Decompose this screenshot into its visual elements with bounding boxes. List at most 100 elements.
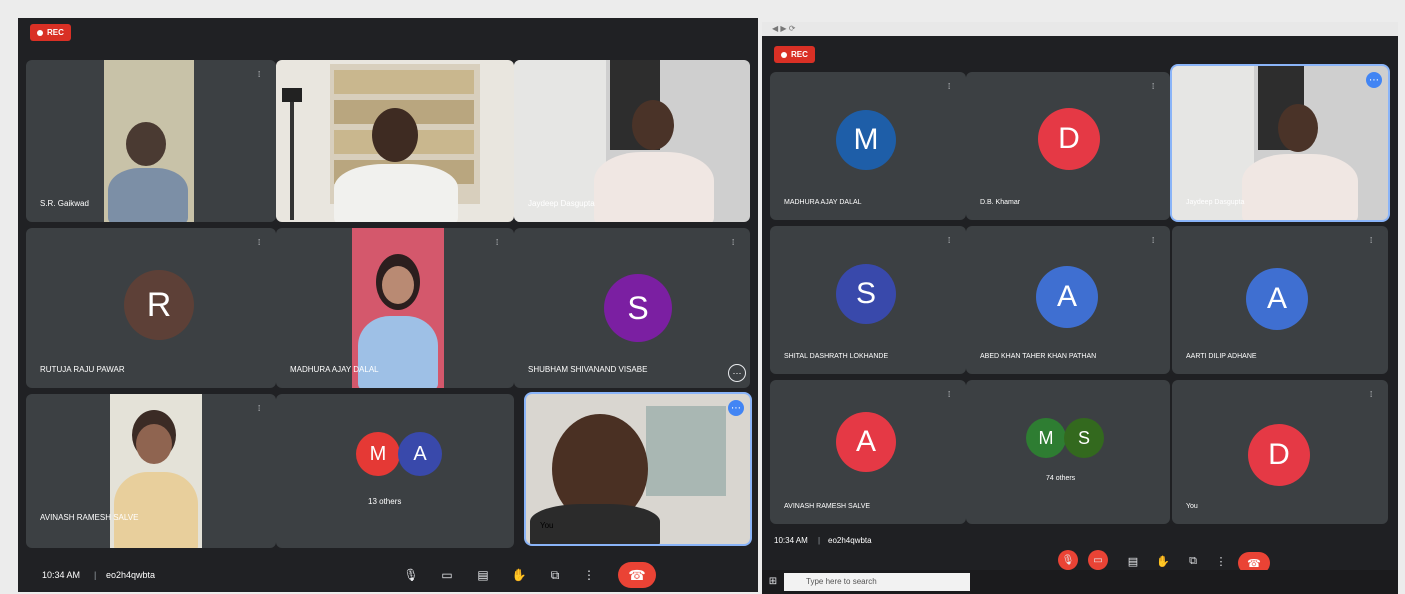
participant-tile[interactable]: S ⁞ SHUBHAM SHIVANAND VISABE ⋯: [514, 228, 750, 388]
participant-name: AVINASH RAMESH SALVE: [784, 503, 871, 510]
mic-off-icon: ⁞: [948, 82, 951, 91]
rec-label: REC: [791, 50, 808, 59]
separator: |: [94, 570, 97, 580]
participant-avatar: S: [604, 274, 672, 342]
more-options-icon[interactable]: ⋮: [1210, 550, 1232, 572]
taskbar-search-input[interactable]: Type here to search: [784, 573, 970, 591]
participant-name: MADHURA AJAY DALAL: [290, 365, 379, 374]
meeting-toolbar: 10:34 AM | eo2h4qwbta 🎙 ▭ ▤ ✋ ⧉ ⋮ ☎: [18, 548, 758, 592]
mic-off-icon: ⁞: [948, 390, 951, 399]
participant-avatar: M: [836, 110, 896, 170]
meeting-code: eo2h4qwbta: [106, 570, 156, 580]
self-video: [526, 394, 750, 544]
participant-tile[interactable]: A ⁞ ABED KHAN TAHER KHAN PATHAN: [966, 226, 1170, 374]
participant-name: SHITAL DASHRATH LOKHANDE: [784, 353, 889, 360]
raise-hand-icon[interactable]: ✋: [1152, 550, 1174, 572]
more-options-icon[interactable]: ⋯: [728, 364, 746, 382]
participant-tile[interactable]: M A 13 others: [276, 394, 514, 548]
windows-start-icon[interactable]: ⊞: [764, 572, 782, 590]
clock: 10:34 AM: [774, 536, 808, 545]
participant-tile[interactable]: ⁞ AVINASH RAMESH SALVE: [26, 394, 276, 548]
participant-name: ABED KHAN TAHER KHAN PATHAN: [980, 353, 1097, 360]
mic-off-icon: ⁞: [258, 404, 261, 413]
participant-tile[interactable]: R ⁞ RUTUJA RAJU PAWAR: [26, 228, 276, 388]
present-icon[interactable]: ⧉: [544, 564, 566, 586]
participant-avatar: A: [1036, 266, 1098, 328]
mic-off-icon: ⁞: [1370, 390, 1373, 399]
participant-tile[interactable]: A ⁞ AVINASH RAMESH SALVE: [770, 380, 966, 524]
more-options-icon[interactable]: ⋮: [578, 564, 600, 586]
camera-icon[interactable]: ▭: [436, 564, 458, 586]
rec-badge: REC: [774, 46, 815, 63]
participant-video: [514, 60, 750, 222]
participant-name: You: [1186, 503, 1198, 510]
participant-tile[interactable]: ⁞ S.R. Gaikwad: [26, 60, 276, 222]
participant-avatar: A: [1246, 268, 1308, 330]
others-count: 13 others: [368, 497, 402, 506]
participant-avatar: S: [836, 264, 896, 324]
participant-tile[interactable]: Jaydeep Dasgupta: [514, 60, 750, 222]
participant-tile[interactable]: M S 74 others: [966, 380, 1170, 524]
browser-address-strip: ◀ ▶ ⟳: [762, 22, 1398, 36]
participant-avatar: S: [1064, 418, 1104, 458]
mic-off-icon: ⁞: [1370, 236, 1373, 245]
participant-name: Jaydeep Dasgupta: [528, 199, 595, 208]
participant-name: MADHURA AJAY DALAL: [784, 199, 862, 206]
participant-tile[interactable]: S ⁞ SHITAL DASHRATH LOKHANDE: [770, 226, 966, 374]
mic-off-icon: ⁞: [496, 238, 499, 247]
participant-video: [110, 394, 202, 548]
participant-tile[interactable]: A ⁞ AARTI DILIP ADHANE: [1172, 226, 1388, 374]
others-count: 74 others: [1046, 475, 1076, 482]
self-tile[interactable]: ⋯ You: [526, 394, 750, 544]
participant-video: [352, 228, 444, 388]
participant-tile[interactable]: ⁞ MADHURA AJAY DALAL: [276, 228, 514, 388]
mic-off-icon: ⁞: [258, 70, 261, 79]
rec-label: REC: [47, 28, 64, 37]
participant-name: Jaydeep Dasgupta: [1186, 199, 1245, 206]
participant-name: AARTI DILIP ADHANE: [1186, 353, 1257, 360]
participant-tile[interactable]: M ⁞ MADHURA AJAY DALAL: [770, 72, 966, 220]
participant-name: RUTUJA RAJU PAWAR: [40, 365, 125, 374]
present-icon[interactable]: ⧉: [1182, 550, 1204, 572]
participant-name: AVINASH RAMESH SALVE: [40, 513, 139, 522]
left-meet-screen: REC ⁞ S.R. Gaikwad Jaydeep Dasgupta R ⁞ …: [18, 18, 758, 592]
mic-off-icon[interactable]: 🎙: [1058, 550, 1078, 570]
participant-avatar: M: [1026, 418, 1066, 458]
meeting-code: eo2h4qwbta: [828, 536, 872, 545]
captions-icon[interactable]: ▤: [1122, 550, 1144, 572]
participant-video: [276, 60, 514, 222]
mic-icon[interactable]: 🎙: [400, 564, 422, 586]
mic-off-icon: ⁞: [732, 238, 735, 247]
pin-icon[interactable]: ⋯: [728, 400, 744, 416]
raise-hand-icon[interactable]: ✋: [508, 564, 530, 586]
participant-name: SHUBHAM SHIVANAND VISABE: [528, 365, 648, 374]
end-call-button[interactable]: ☎: [618, 562, 656, 588]
mic-off-icon: ⁞: [948, 236, 951, 245]
participant-name: D.B. Khamar: [980, 199, 1021, 206]
windows-taskbar: ⊞ Type here to search: [762, 570, 1398, 594]
mic-off-icon: ⁞: [1152, 236, 1155, 245]
captions-icon[interactable]: ▤: [472, 564, 494, 586]
participant-video: [104, 60, 194, 222]
participant-tile[interactable]: [276, 60, 514, 222]
pin-icon[interactable]: ⋯: [1366, 72, 1382, 88]
participant-avatar: A: [836, 412, 896, 472]
right-meet-screen: ◀ ▶ ⟳ REC M ⁞ MADHURA AJAY DALAL D ⁞ D.B…: [762, 22, 1398, 594]
participant-tile[interactable]: ⋯ Jaydeep Dasgupta: [1172, 66, 1388, 220]
participant-avatar: R: [124, 270, 194, 340]
participant-avatar: D: [1038, 108, 1100, 170]
participant-avatar: A: [398, 432, 442, 476]
participant-name: S.R. Gaikwad: [40, 199, 89, 208]
mic-off-icon: ⁞: [258, 238, 261, 247]
clock: 10:34 AM: [42, 570, 81, 580]
participant-video: [1172, 66, 1388, 220]
rec-badge: REC: [30, 24, 71, 41]
camera-off-icon[interactable]: ▭: [1088, 550, 1108, 570]
participant-avatar: D: [1248, 424, 1310, 486]
mic-off-icon: ⁞: [1152, 82, 1155, 91]
participant-avatar: M: [356, 432, 400, 476]
separator: |: [818, 536, 821, 545]
participant-tile[interactable]: D ⁞ D.B. Khamar: [966, 72, 1170, 220]
self-tile[interactable]: D ⁞ You: [1172, 380, 1388, 524]
participant-name: You: [540, 521, 554, 530]
